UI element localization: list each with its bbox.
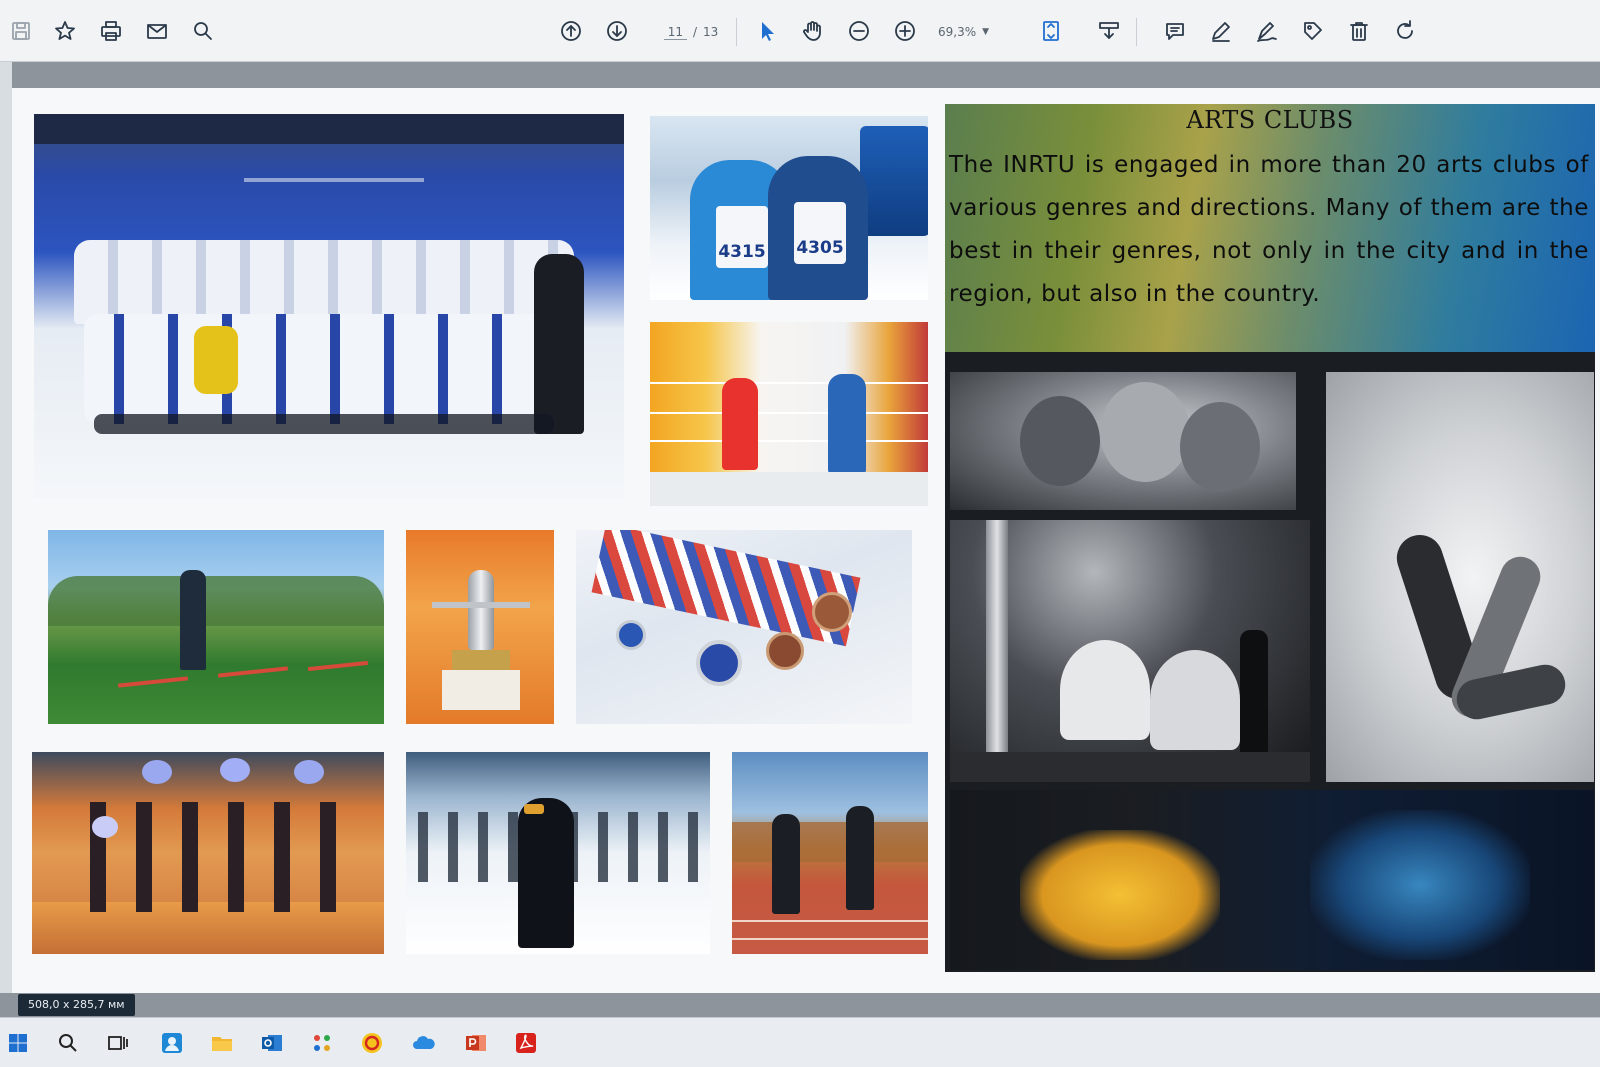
apps-icon[interactable] [308, 1029, 336, 1057]
cheerleaders-photo [32, 752, 384, 954]
print-icon[interactable] [96, 16, 126, 46]
hockey-team-photo [34, 114, 624, 498]
star-icon[interactable] [50, 16, 80, 46]
page-indicator[interactable]: 11 / 13 [650, 20, 732, 44]
page-current[interactable]: 11 [663, 25, 687, 40]
windows-icon[interactable] [4, 1029, 32, 1057]
bib-number: 4305 [794, 202, 846, 264]
pen-icon[interactable] [1206, 16, 1236, 46]
ski-race-photo [406, 752, 710, 954]
people-icon[interactable] [158, 1029, 186, 1057]
trophy-photo [406, 530, 554, 724]
toolbar-divider [1136, 18, 1137, 46]
rotate-icon[interactable] [1390, 16, 1420, 46]
folder-icon[interactable] [208, 1029, 236, 1057]
powerpoint-icon[interactable] [462, 1029, 490, 1057]
1c-icon[interactable] [358, 1029, 386, 1057]
track-photo [732, 752, 928, 954]
mail-icon[interactable] [142, 16, 172, 46]
zoom-select[interactable]: 69,3% ▼ [938, 20, 1008, 44]
chevron-down-icon: ▼ [982, 27, 990, 37]
page-separator: / [692, 25, 698, 39]
zoom-value: 69,3% [938, 25, 977, 39]
pointer-icon[interactable] [752, 16, 782, 46]
arts-clubs-description: The INRTU is engaged in more than 20 art… [949, 152, 1589, 307]
hand-icon[interactable] [798, 16, 828, 46]
page-top-gutter [12, 62, 1600, 88]
hurdles-photo [48, 530, 384, 724]
arts-clubs-title: ARTS CLUBS [1186, 106, 1354, 134]
fit-page-icon[interactable] [1036, 16, 1066, 46]
cloud-icon[interactable] [410, 1029, 438, 1057]
page-dimensions: 508,0 x 285,7 мм [18, 994, 135, 1016]
dancers-hands-photo [950, 372, 1296, 510]
boxing-photo [650, 322, 928, 506]
stage-dance-photo [950, 790, 1594, 970]
windows-taskbar [0, 1017, 1600, 1067]
ballet-stage-photo [950, 520, 1310, 782]
stamp-icon[interactable] [1298, 16, 1328, 46]
arrow-up-icon[interactable] [556, 16, 586, 46]
acrobat-icon[interactable] [512, 1029, 540, 1057]
search-icon[interactable] [188, 16, 218, 46]
outlook-icon[interactable] [258, 1029, 286, 1057]
task-view-icon[interactable] [104, 1029, 132, 1057]
search-icon[interactable] [54, 1029, 82, 1057]
page-total: 13 [703, 25, 719, 39]
medals-photo [576, 530, 912, 724]
zoom-out-icon[interactable] [844, 16, 874, 46]
page-bottom-gutter [0, 993, 1600, 1017]
bib-number: 4315 [716, 206, 768, 268]
arrow-down-icon[interactable] [602, 16, 632, 46]
toolbar-divider [736, 18, 737, 46]
contemporary-dance-photo [1326, 372, 1594, 782]
zoom-in-icon[interactable] [890, 16, 920, 46]
arts-clubs-header: ARTS CLUBS The INRTU is engaged in more … [945, 104, 1595, 352]
save-icon[interactable] [6, 16, 36, 46]
download-icon[interactable] [1094, 16, 1124, 46]
trash-icon[interactable] [1344, 16, 1374, 46]
comment-icon[interactable] [1160, 16, 1190, 46]
runners-photo: 4315 4305 [650, 116, 928, 300]
pdf-toolbar: 11 / 13 69,3% ▼ [0, 0, 1600, 62]
sign-icon[interactable] [1252, 16, 1282, 46]
